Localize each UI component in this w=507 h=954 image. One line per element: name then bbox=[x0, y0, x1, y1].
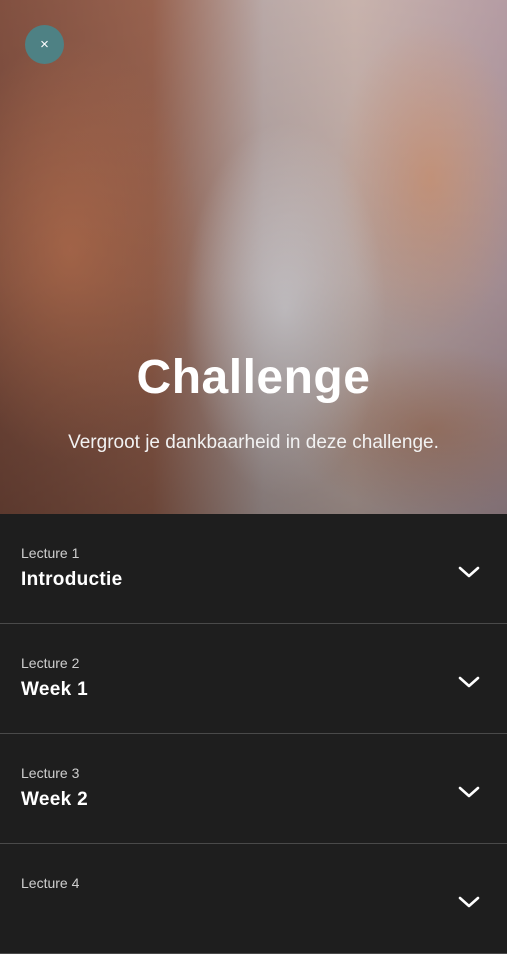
lecture-title: Week 1 bbox=[21, 679, 88, 700]
chevron-down-icon[interactable] bbox=[457, 564, 481, 580]
lecture-title: Week 2 bbox=[21, 789, 88, 810]
lecture-label: Lecture 3 bbox=[21, 765, 80, 781]
lecture-title: Introductie bbox=[21, 569, 123, 590]
lecture-label: Lecture 4 bbox=[21, 875, 80, 891]
lecture-label: Lecture 1 bbox=[21, 545, 80, 561]
close-button[interactable]: × bbox=[25, 25, 64, 64]
lecture-row-2[interactable]: Lecture 2 Week 1 bbox=[0, 624, 507, 734]
lecture-label: Lecture 2 bbox=[21, 655, 80, 671]
lecture-row-4[interactable]: Lecture 4 bbox=[0, 844, 507, 954]
close-icon: × bbox=[40, 36, 49, 53]
page-subtitle: Vergroot je dankbaarheid in deze challen… bbox=[68, 432, 439, 453]
lecture-row-1[interactable]: Lecture 1 Introductie bbox=[0, 514, 507, 624]
chevron-down-icon[interactable] bbox=[457, 894, 481, 910]
lecture-list: Lecture 1 Introductie Lecture 2 Week 1 L… bbox=[0, 514, 507, 954]
chevron-down-icon[interactable] bbox=[457, 674, 481, 690]
lecture-row-3[interactable]: Lecture 3 Week 2 bbox=[0, 734, 507, 844]
page-title: Challenge bbox=[136, 351, 371, 404]
chevron-down-icon[interactable] bbox=[457, 784, 481, 800]
hero-image: × Challenge Vergroot je dankbaarheid in … bbox=[0, 0, 507, 514]
